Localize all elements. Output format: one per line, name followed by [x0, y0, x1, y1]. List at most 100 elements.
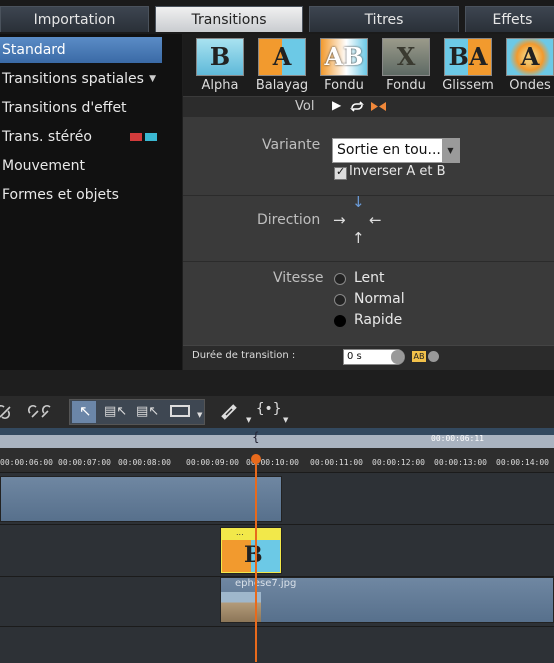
timeline-ruler[interactable]: 00:00:06:00 00:00:07:00 00:00:08:00 00:0… — [0, 448, 554, 472]
track-1 — [0, 472, 554, 525]
track-4 — [0, 626, 554, 663]
thumb-label: Fondu — [324, 78, 364, 93]
preview-controls: Vol ▶ — [183, 96, 554, 118]
ruler-tick: 00:00:06:00 — [0, 458, 53, 467]
ruler-tick: 00:00:07:00 — [58, 458, 111, 467]
arrow-right-icon[interactable]: → — [333, 211, 346, 229]
invert-label: Inverser A et B — [349, 164, 446, 179]
ripple-tool-icon[interactable]: ▤↖ — [136, 404, 159, 419]
variante-value: Sortie en tou... — [337, 142, 441, 158]
trim-tool-icon[interactable]: ▤↖ — [104, 404, 127, 419]
slip-tool-icon[interactable] — [170, 405, 190, 417]
thumb-glyph: A — [520, 42, 540, 71]
category-standard[interactable]: Standard — [0, 37, 162, 63]
vitesse-label: Vitesse — [273, 270, 324, 286]
tab-bar: Importation Transitions Titres Effets — [0, 0, 554, 34]
arrow-down-icon[interactable]: ↓ — [352, 193, 365, 211]
category-mouvement[interactable]: Mouvement — [0, 153, 162, 179]
tab-importation[interactable]: Importation — [0, 6, 149, 32]
chevron-down-icon: ▼ — [149, 74, 156, 84]
playhead-handle[interactable] — [251, 454, 261, 464]
ruler-tick: 00:00:11:00 — [310, 458, 363, 467]
splitter[interactable] — [0, 370, 554, 396]
arrow-up-icon[interactable]: ↑ — [352, 229, 365, 247]
tab-effets[interactable]: Effets — [465, 6, 554, 32]
thumb-glyph: A — [272, 42, 292, 71]
position-marker-icon[interactable]: { — [252, 430, 260, 444]
image-clip[interactable]: ephese7.jpg — [220, 577, 554, 623]
tab-transitions[interactable]: Transitions — [155, 6, 303, 32]
track-2: ... B — [0, 524, 554, 577]
thumb-label: Ondes — [509, 78, 551, 93]
thumb-label: Alpha — [201, 78, 239, 93]
radio-normal[interactable] — [334, 294, 346, 306]
tool-group: ↖ ▤↖ ▤↖ ▼ — [69, 399, 205, 425]
tab-label: Importation — [33, 12, 116, 28]
invert-checkbox[interactable]: ✓ — [334, 165, 347, 180]
chevron-down-icon[interactable]: ▼ — [442, 139, 459, 162]
link-icon[interactable] — [0, 403, 16, 421]
duration-knob[interactable] — [391, 350, 404, 364]
direction-section: Direction ↓ → ← ↑ — [183, 193, 554, 262]
transition-clip-label: ... — [236, 528, 244, 537]
transition-thumbnail: B — [222, 540, 280, 572]
thumb-glyph: X — [396, 42, 416, 71]
tab-titres[interactable]: Titres — [309, 6, 459, 32]
thumb-glyph: AB — [324, 42, 364, 71]
duration-label: Durée de transition : — [192, 350, 296, 361]
radio-rapide[interactable] — [334, 315, 346, 327]
option-normal: Normal — [354, 291, 405, 307]
loop-icon[interactable] — [349, 100, 365, 113]
timecode: 00:00:06:11 — [431, 434, 484, 443]
ruler-tick: 00:00:12:00 — [372, 458, 425, 467]
transition-glyph: B — [244, 542, 263, 568]
chevron-down-icon[interactable]: ▼ — [197, 411, 202, 419]
vol-label: Vol — [295, 99, 315, 114]
razor-icon[interactable] — [219, 402, 241, 422]
track-3: ephese7.jpg — [0, 576, 554, 627]
variante-label: Variante — [262, 137, 321, 153]
video-clip[interactable] — [0, 476, 282, 522]
thumb-ondes[interactable]: A — [506, 38, 554, 76]
category-formes-objets[interactable]: Formes et objets — [0, 182, 162, 208]
category-transitions-spatiales[interactable]: Transitions spatiales ▼ — [0, 66, 162, 92]
thumb-label: Fondu — [386, 78, 426, 93]
transition-clip[interactable]: ... B — [220, 527, 282, 574]
bowtie-icon[interactable] — [370, 101, 387, 112]
tab-label: Titres — [364, 12, 404, 28]
thumb-balayage[interactable]: A — [258, 38, 306, 76]
marker-icon[interactable]: {•} — [256, 401, 281, 417]
chevron-down-icon[interactable]: ▼ — [283, 416, 288, 424]
check-icon: ✓ — [336, 165, 346, 178]
duration-value: 0 s — [347, 351, 362, 362]
unlink-icon[interactable] — [28, 403, 56, 421]
select-tool-button[interactable]: ↖ — [72, 401, 96, 423]
thumb-label: Balayag — [255, 78, 309, 93]
category-label: Trans. stéréo — [2, 129, 92, 145]
variante-select[interactable]: Sortie en tou... ▼ — [332, 138, 460, 163]
chevron-down-icon[interactable]: ▼ — [246, 416, 251, 424]
thumb-fondu-1[interactable]: AB — [320, 38, 368, 76]
category-label: Standard — [2, 42, 66, 58]
duration-bar: Durée de transition : 0 s AB — [183, 345, 554, 371]
tab-label: Effets — [492, 12, 533, 28]
thumb-fondu-2[interactable]: X — [382, 38, 430, 76]
clock-icon[interactable] — [428, 351, 439, 362]
cursor-icon: ↖ — [79, 402, 92, 420]
thumb-glissement[interactable]: BA — [444, 38, 492, 76]
radio-lent[interactable] — [334, 273, 346, 285]
category-transitions-effet[interactable]: Transitions d'effet — [0, 95, 162, 121]
duration-input[interactable]: 0 s — [343, 349, 405, 365]
playhead[interactable] — [251, 454, 261, 662]
stereo-glasses-icon — [130, 133, 158, 141]
clip-name: ephese7.jpg — [235, 578, 297, 589]
ruler-tick: 00:00:13:00 — [434, 458, 487, 467]
play-icon[interactable]: ▶ — [332, 98, 341, 112]
arrow-left-icon[interactable]: ← — [369, 211, 382, 229]
timeline-overview[interactable]: { 00:00:06:11 — [0, 428, 554, 448]
ab-icon[interactable]: AB — [412, 351, 426, 362]
ruler-tick: 00:00:08:00 — [118, 458, 171, 467]
thumb-alpha[interactable]: B — [196, 38, 244, 76]
category-trans-stereo[interactable]: Trans. stéréo — [0, 124, 162, 150]
thumb-label: Glissem — [442, 78, 494, 93]
